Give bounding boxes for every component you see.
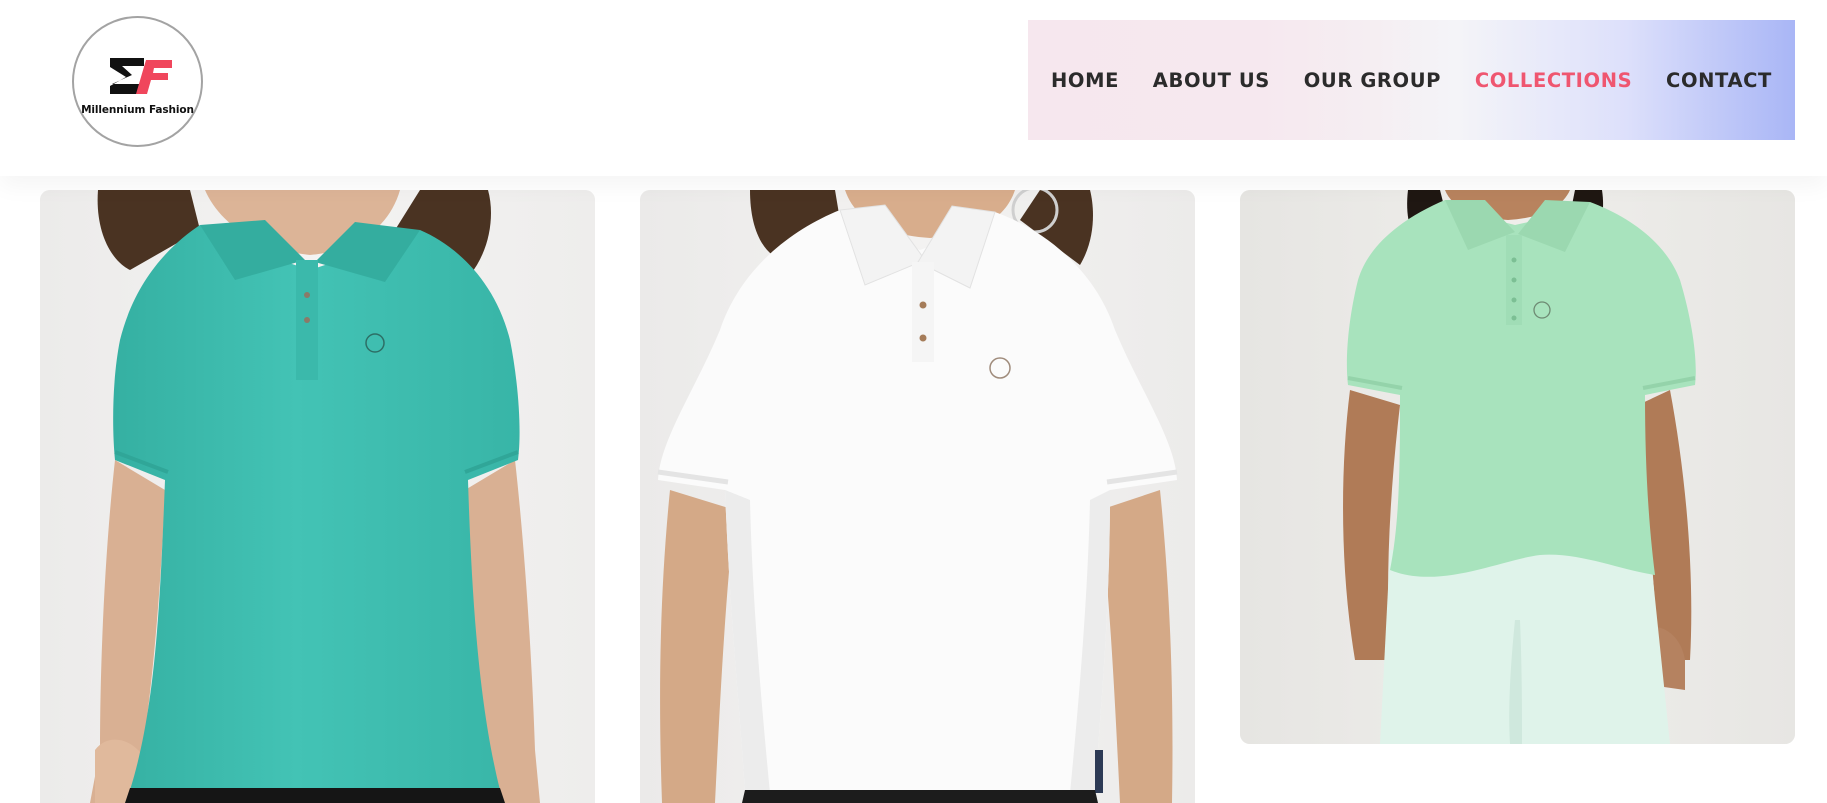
logo-mark-icon — [110, 58, 172, 94]
nav-home[interactable]: HOME — [1051, 69, 1119, 92]
nav-about-us[interactable]: ABOUT US — [1153, 69, 1270, 92]
product-image — [40, 190, 595, 803]
nav-contact[interactable]: CONTACT — [1666, 69, 1772, 92]
product-image — [640, 190, 1195, 803]
main-nav: HOME ABOUT US OUR GROUP COLLECTIONS CONT… — [1028, 20, 1795, 140]
nav-collections[interactable]: COLLECTIONS — [1475, 69, 1632, 92]
product-card-white-polo[interactable] — [640, 190, 1195, 803]
product-card-mint-polo[interactable] — [1240, 190, 1795, 744]
site-header: Millennium Fashion HOME ABOUT US OUR GRO… — [0, 0, 1827, 176]
product-image — [1240, 190, 1795, 744]
product-card-turquoise-polo[interactable] — [40, 190, 595, 803]
brand-logo[interactable]: Millennium Fashion — [72, 16, 203, 147]
nav-our-group[interactable]: OUR GROUP — [1304, 69, 1441, 92]
brand-name: Millennium Fashion — [81, 104, 194, 116]
